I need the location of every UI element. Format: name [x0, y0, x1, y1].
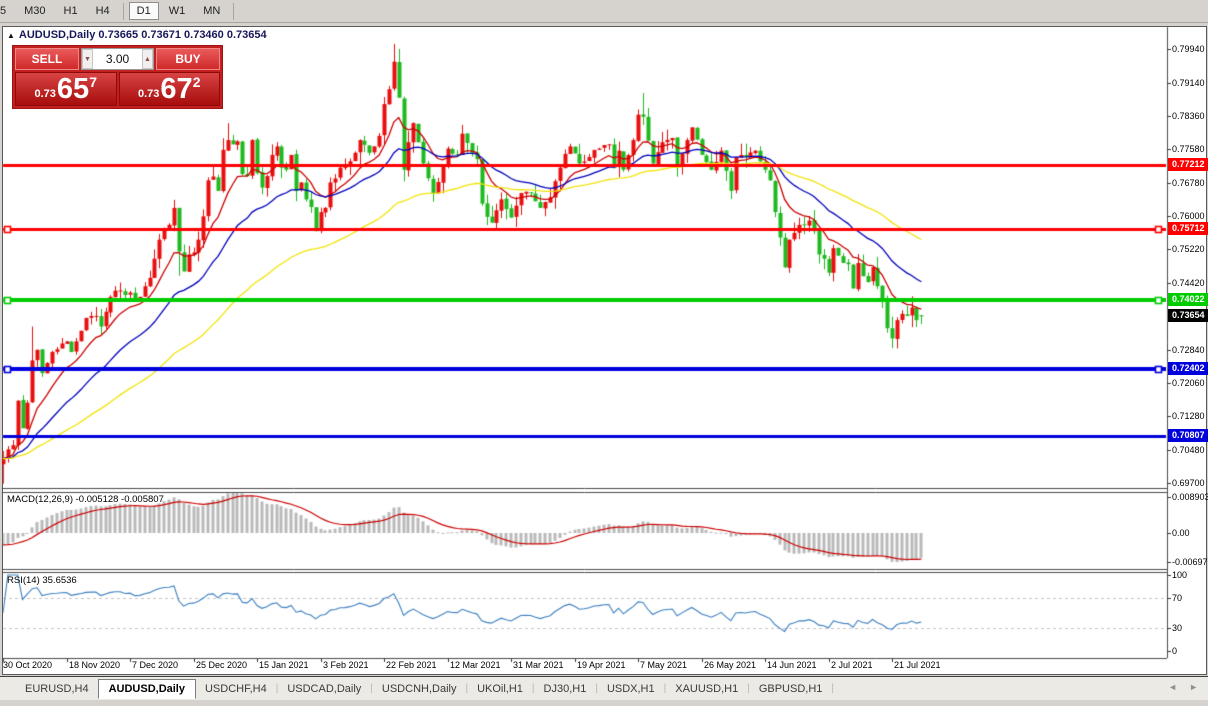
timeframe-button-D1[interactable]: D1 — [129, 2, 159, 20]
buy-price-prefix: 0.73 — [138, 88, 159, 100]
symbol-period-label: AUDUSD,Daily — [19, 29, 95, 41]
tab-separator: | — [831, 683, 834, 694]
sell-quote-button[interactable]: 0.73 65 7 — [15, 72, 117, 106]
chart-tab-usdx-h1[interactable]: USDX,H1 — [598, 679, 664, 699]
price-axis-tick: 0.69700 — [1172, 478, 1205, 488]
timeframe-button-5[interactable]: 5 — [0, 2, 14, 20]
buy-price-pip: 2 — [193, 74, 201, 90]
chart-tab-xauusd-h1[interactable]: XAUUSD,H1 — [666, 679, 747, 699]
timeframe-button-H4[interactable]: H4 — [88, 2, 118, 20]
spinner-down-icon: ▼ — [84, 56, 91, 63]
sell-button[interactable]: SELL — [15, 48, 79, 70]
timeframe-button-W1[interactable]: W1 — [161, 2, 194, 20]
price-axis-tick: 0.75220 — [1172, 244, 1205, 254]
buy-quote-button[interactable]: 0.73 67 2 — [119, 72, 221, 106]
rsi-axis-tick: 100 — [1172, 570, 1187, 580]
tab-scroll-right-icon[interactable]: ► — [1189, 682, 1198, 692]
macd-axis-tick: -0.006977 — [1172, 557, 1208, 567]
macd-axis-tick: 0.00 — [1172, 528, 1190, 538]
volume-input[interactable] — [93, 49, 142, 69]
date-axis-label: 7 Dec 2020 — [132, 660, 178, 670]
chart-tab-usdchf-h4[interactable]: USDCHF,H4 — [196, 679, 276, 699]
hline-price-badge: 0.72402 — [1168, 362, 1208, 375]
price-axis-tick: 0.76000 — [1172, 211, 1205, 221]
toolbar-divider — [233, 3, 234, 20]
buy-button[interactable]: BUY — [156, 48, 220, 70]
date-axis-label: 12 Mar 2021 — [450, 660, 501, 670]
toolbar-divider — [123, 3, 124, 20]
macd-axis-tick: 0.008903 — [1172, 492, 1208, 502]
date-axis-label: 14 Jun 2021 — [767, 660, 817, 670]
timeframe-toolbar: 5M30H1H4 D1W1MN — [0, 0, 1208, 23]
sell-price-big: 65 — [57, 74, 89, 104]
chart-tab-audusd-daily[interactable]: AUDUSD,Daily — [98, 679, 196, 699]
sell-price-prefix: 0.73 — [35, 88, 56, 100]
status-strip — [0, 700, 1208, 706]
date-axis-label: 26 May 2021 — [704, 660, 756, 670]
date-axis-label: 30 Oct 2020 — [3, 660, 52, 670]
rsi-axis-tick: 0 — [1172, 646, 1177, 656]
date-axis-label: 15 Jan 2021 — [259, 660, 309, 670]
price-axis-tick: 0.77580 — [1172, 144, 1205, 154]
chart-tab-usdcad-daily[interactable]: USDCAD,Daily — [278, 679, 370, 699]
price-axis-tick: 0.79140 — [1172, 78, 1205, 88]
hline-price-badge: 0.70807 — [1168, 429, 1208, 442]
date-axis-label: 25 Dec 2020 — [196, 660, 247, 670]
chart-tab-bar: EURUSD,H4AUDUSD,DailyUSDCHF,H4 | USDCAD,Da… — [0, 676, 1208, 700]
sell-price-pip: 7 — [89, 74, 97, 90]
chart-tab-ukoil-h1[interactable]: UKOil,H1 — [468, 679, 532, 699]
price-axis-tick: 0.78360 — [1172, 111, 1205, 121]
timeframe-button-MN[interactable]: MN — [195, 2, 228, 20]
timeframe-button-M30[interactable]: M30 — [16, 2, 53, 20]
price-axis-tick: 0.72840 — [1172, 345, 1205, 355]
date-axis-label: 31 Mar 2021 — [513, 660, 564, 670]
buy-price-big: 67 — [160, 74, 192, 104]
date-axis-label: 19 Apr 2021 — [577, 660, 626, 670]
chart-title: ▲ AUDUSD,Daily 0.73665 0.73671 0.73460 0.… — [7, 29, 267, 41]
macd-indicator-label: MACD(12,26,9) -0.005128 -0.005807 — [7, 494, 164, 505]
chart-tab-eurusd-h4[interactable]: EURUSD,H4 — [16, 679, 98, 699]
rsi-indicator-label: RSI(14) 35.6536 — [7, 575, 77, 586]
price-axis-tick: 0.72060 — [1172, 378, 1205, 388]
tab-scroll-buttons: ◄ ► — [1168, 682, 1198, 692]
collapse-triangle-icon[interactable]: ▲ — [7, 31, 15, 40]
price-axis-tick: 0.76780 — [1172, 178, 1205, 188]
spinner-up-icon: ▲ — [144, 56, 151, 63]
chart-tab-gbpusd-h1[interactable]: GBPUSD,H1 — [750, 679, 832, 699]
chart-tab-usdcnh-daily[interactable]: USDCNH,Daily — [373, 679, 466, 699]
rsi-axis-tick: 70 — [1172, 593, 1182, 603]
chart-tab-dj30-h1[interactable]: DJ30,H1 — [535, 679, 596, 699]
timeframe-button-H1[interactable]: H1 — [56, 2, 86, 20]
hline-price-badge: 0.75712 — [1168, 222, 1208, 235]
volume-decrease-button[interactable]: ▼ — [82, 49, 93, 69]
price-axis-tick: 0.70480 — [1172, 445, 1205, 455]
one-click-trading-panel: SELL ▼ ▲ BUY 0.73 65 7 0.73 67 2 — [12, 45, 223, 109]
hline-price-badge: 0.77212 — [1168, 158, 1208, 171]
tab-scroll-left-icon[interactable]: ◄ — [1168, 682, 1177, 692]
date-axis-label: 3 Feb 2021 — [323, 660, 369, 670]
price-axis-tick: 0.74420 — [1172, 278, 1205, 288]
date-axis-label: 2 Jul 2021 — [831, 660, 873, 670]
price-axis-tick: 0.79940 — [1172, 44, 1205, 54]
current-price-badge: 0.73654 — [1168, 309, 1208, 322]
date-axis-label: 22 Feb 2021 — [386, 660, 437, 670]
date-axis-label: 18 Nov 2020 — [69, 660, 120, 670]
volume-spinner: ▼ ▲ — [81, 48, 154, 70]
ohlc-values: 0.73665 0.73671 0.73460 0.73654 — [98, 29, 266, 41]
rsi-axis-tick: 30 — [1172, 623, 1182, 633]
date-axis-label: 21 Jul 2021 — [894, 660, 941, 670]
hline-price-badge: 0.74022 — [1168, 293, 1208, 306]
mt4-window: 5M30H1H4 D1W1MN ▲ AUDUSD,Daily 0.73665 0.7… — [0, 0, 1208, 706]
volume-increase-button[interactable]: ▲ — [142, 49, 153, 69]
date-axis-label: 7 May 2021 — [640, 660, 687, 670]
price-axis-tick: 0.71280 — [1172, 411, 1205, 421]
